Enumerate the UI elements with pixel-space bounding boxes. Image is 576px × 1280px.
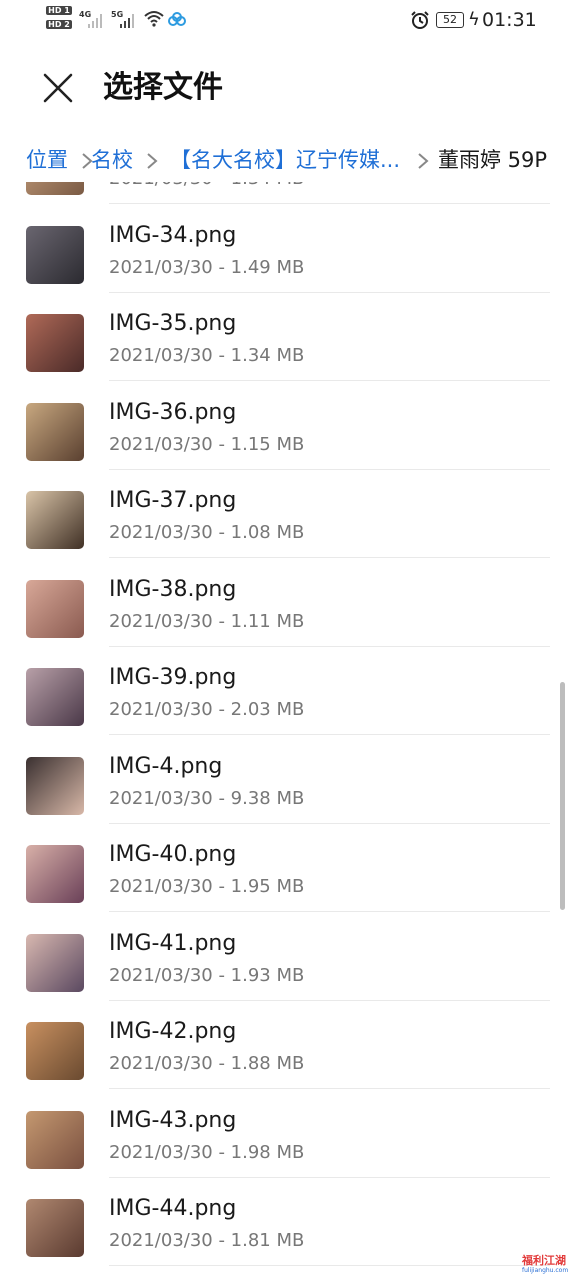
page-title: 选择文件: [103, 70, 223, 105]
file-meta: 2021/03/30 - 1.88 MB: [109, 1053, 305, 1074]
file-meta: 2021/03/30 - 1.98 MB: [109, 1141, 305, 1163]
battery-level: 52: [436, 12, 464, 28]
breadcrumb-item-folder[interactable]: 【名大名校】辽宁传媒...: [170, 144, 400, 176]
file-name: IMG-40.png: [109, 842, 237, 867]
file-thumbnail: [26, 402, 84, 461]
file-row[interactable]: IMG-4.png 2021/03/30 - 9.38 MB: [0, 743, 576, 832]
file-meta: 2021/03/30 - 1.08 MB: [109, 522, 305, 543]
file-meta: 2021/03/30 - 1.49 MB: [109, 256, 305, 278]
file-name: IMG-35.png: [109, 311, 237, 336]
hd1-badge: HD 1: [46, 6, 72, 15]
file-meta: 2021/03/30 - 9.38 MB: [109, 787, 305, 809]
file-thumbnail: [26, 845, 84, 903]
file-thumbnail: [26, 1110, 84, 1169]
file-row[interactable]: IMG-40.png 2021/03/30 - 1.95 MB: [0, 831, 576, 920]
row-divider: [109, 1088, 550, 1089]
close-button[interactable]: [40, 70, 76, 106]
file-thumbnail: [26, 1022, 84, 1080]
file-list[interactable]: 2021/03/30 - 1.34 MB IMG-34.png 2021/03/30…: [0, 182, 576, 1280]
file-name: IMG-37.png: [109, 488, 237, 513]
file-name: IMG-36.png: [109, 399, 237, 425]
file-meta: 2021/03/30 - 1.34 MB: [109, 182, 304, 191]
scrollbar[interactable]: [560, 682, 565, 910]
file-thumbnail: [26, 668, 84, 726]
file-meta: 2021/03/30 - 2.03 MB: [109, 699, 305, 720]
row-divider: [109, 203, 550, 204]
file-row[interactable]: IMG-37.png 2021/03/30 - 1.08 MB: [0, 477, 576, 566]
row-divider: [109, 291, 550, 293]
row-divider: [109, 1265, 550, 1266]
file-thumbnail: [26, 225, 84, 284]
row-divider: [109, 645, 550, 647]
row-divider: [109, 911, 550, 912]
file-row[interactable]: IMG-39.png 2021/03/30 - 2.03 MB: [0, 654, 576, 743]
file-thumbnail: [26, 182, 84, 195]
row-divider: [109, 999, 550, 1001]
row-divider: [109, 468, 550, 470]
file-name: IMG-34.png: [109, 222, 237, 248]
file-row[interactable]: IMG-35.png 2021/03/30 - 1.34 MB: [0, 300, 576, 389]
row-divider: [109, 822, 550, 824]
breadcrumb-item-school[interactable]: 名校: [91, 144, 133, 176]
signal-strength-1-icon: [88, 14, 106, 28]
file-meta: 2021/03/30 - 1.93 MB: [109, 964, 305, 986]
file-meta: 2021/03/30 - 1.81 MB: [109, 1230, 305, 1251]
wifi-icon: [144, 11, 164, 27]
file-meta: 2021/03/30 - 1.95 MB: [109, 876, 305, 897]
alarm-icon: [411, 11, 429, 29]
breadcrumb-item-current: 董雨婷 59P: [438, 148, 548, 172]
charging-icon: ϟ: [468, 9, 480, 30]
file-row[interactable]: IMG-34.png 2021/03/30 - 1.49 MB: [0, 212, 576, 301]
hd-indicators: HD 1 HD 2: [46, 6, 74, 34]
file-name: IMG-43.png: [109, 1107, 237, 1133]
chevron-right-icon: [147, 153, 158, 169]
file-name: IMG-4.png: [109, 753, 223, 779]
hd2-badge: HD 2: [46, 20, 72, 29]
file-thumbnail: [26, 756, 84, 815]
file-meta: 2021/03/30 - 1.15 MB: [109, 433, 305, 455]
file-row[interactable]: 2021/03/30 - 1.34 MB: [0, 182, 576, 212]
row-divider: [109, 734, 550, 735]
close-icon: [43, 73, 73, 103]
clock: 01:31: [482, 9, 537, 31]
breadcrumb: 位置 名校 【名大名校】辽宁传媒... 董雨婷 59P: [0, 140, 576, 182]
file-thumbnail: [26, 579, 84, 638]
file-row[interactable]: IMG-41.png 2021/03/30 - 1.93 MB: [0, 920, 576, 1009]
file-meta: 2021/03/30 - 1.34 MB: [109, 345, 305, 366]
row-divider: [109, 380, 550, 381]
watermark-url: fulijianghu.com: [522, 1267, 569, 1274]
file-meta: 2021/03/30 - 1.11 MB: [109, 610, 305, 632]
file-row[interactable]: IMG-44.png 2021/03/30 - 1.81 MB: [0, 1185, 576, 1274]
file-thumbnail: [26, 933, 84, 992]
file-name: IMG-39.png: [109, 665, 237, 690]
file-name: IMG-41.png: [109, 930, 237, 956]
file-name: IMG-44.png: [109, 1196, 237, 1221]
file-row[interactable]: IMG-36.png 2021/03/30 - 1.15 MB: [0, 389, 576, 478]
breadcrumb-item-location[interactable]: 位置: [26, 144, 68, 176]
file-thumbnail: [26, 314, 84, 372]
file-name: IMG-38.png: [109, 576, 237, 602]
file-row[interactable]: IMG-42.png 2021/03/30 - 1.88 MB: [0, 1008, 576, 1097]
file-thumbnail: [26, 1199, 84, 1257]
file-name: IMG-42.png: [109, 1019, 237, 1044]
watermark-text: 福利江湖: [522, 1254, 566, 1267]
watermark-logo: 福利江湖 fulijianghu.com: [522, 1254, 572, 1278]
signal-strength-2-icon: [120, 14, 138, 28]
file-row[interactable]: IMG-43.png 2021/03/30 - 1.98 MB: [0, 1097, 576, 1186]
chevron-right-icon: [418, 153, 429, 169]
file-row[interactable]: IMG-38.png 2021/03/30 - 1.11 MB: [0, 566, 576, 655]
sync-icon: [168, 12, 186, 26]
row-divider: [109, 557, 550, 558]
row-divider: [109, 1176, 550, 1178]
status-bar: HD 1 HD 2 4G 5G 52 ϟ 01:31: [0, 0, 576, 44]
file-thumbnail: [26, 491, 84, 549]
